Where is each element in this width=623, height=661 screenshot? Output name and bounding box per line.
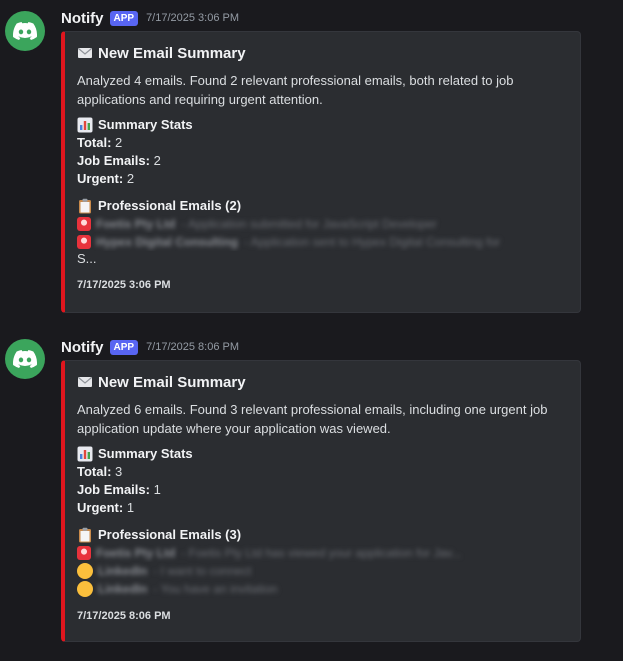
clipboard-icon: [79, 527, 91, 542]
email-summary: - You have an invitation: [153, 582, 278, 596]
stat-total: Total: 3: [77, 463, 568, 481]
email-sender: LinkedIn: [98, 564, 148, 578]
stat-job-emails: Job Emails: 1: [77, 481, 568, 499]
professional-emails-title: Professional Emails (2): [77, 196, 568, 215]
siren-icon: [77, 217, 91, 231]
bar-chart-icon: [77, 446, 93, 461]
email-overflow-text: S...: [77, 251, 97, 266]
username[interactable]: Notify: [61, 10, 104, 27]
message-header: Notify APP 7/17/2025 3:06 PM: [61, 8, 239, 28]
email-sender: Foetis Pty Ltd: [96, 217, 176, 231]
stat-label: Total:: [77, 135, 112, 150]
stat-urgent: Urgent: 2: [77, 170, 568, 188]
siren-icon: [77, 546, 91, 560]
avatar[interactable]: [5, 339, 45, 379]
list-item[interactable]: Foetis Pty Ltd - Application submitted f…: [77, 215, 568, 233]
embed-description: Analyzed 6 emails. Found 3 relevant prof…: [77, 402, 548, 436]
professional-emails-title: Professional Emails (3): [77, 525, 568, 544]
timestamp[interactable]: 7/17/2025 8:06 PM: [146, 341, 239, 353]
envelope-icon: [78, 377, 92, 387]
stat-value: 2: [115, 135, 123, 150]
embed: New Email Summary Analyzed 6 emails. Fou…: [61, 360, 581, 642]
username[interactable]: Notify: [61, 339, 104, 356]
yellow-circle-icon: [77, 581, 93, 597]
stat-urgent: Urgent: 1: [77, 499, 568, 517]
stat-value: 1: [126, 500, 135, 515]
stat-job-emails: Job Emails: 2: [77, 152, 568, 170]
stat-label: Job Emails:: [77, 482, 150, 497]
avatar[interactable]: [5, 11, 45, 51]
email-sender: LinkedIn: [98, 582, 148, 596]
discord-logo-icon: [13, 22, 37, 40]
embed-title-text: New Email Summary: [98, 44, 246, 62]
stat-value: 3: [115, 464, 123, 479]
embed-title: New Email Summary: [77, 372, 568, 392]
list-item[interactable]: Foetis Pty Ltd - Foetis Pty Ltd has view…: [77, 544, 568, 562]
summary-stats-label: Summary Stats: [98, 117, 193, 132]
email-summary: - Application sent to Hypex Digital Cons…: [244, 235, 501, 249]
summary-stats-label: Summary Stats: [98, 446, 193, 461]
embed-footer-timestamp: 7/17/2025 8:06 PM: [77, 610, 171, 622]
email-summary: - Foetis Pty Ltd has viewed your applica…: [181, 546, 462, 560]
embed-description: Analyzed 4 emails. Found 2 relevant prof…: [77, 73, 514, 107]
professional-emails-label: Professional Emails (2): [98, 198, 242, 213]
list-item[interactable]: LinkedIn - I want to connect: [77, 562, 568, 580]
email-sender: Foetis Pty Ltd: [96, 546, 176, 560]
embed-footer-timestamp: 7/17/2025 3:06 PM: [77, 279, 171, 291]
list-item[interactable]: Hypex Digital Consulting - Application s…: [77, 233, 568, 251]
stat-label: Urgent:: [77, 171, 124, 186]
stat-value: 1: [153, 482, 161, 497]
yellow-circle-icon: [77, 563, 93, 579]
summary-stats-title: Summary Stats: [77, 444, 568, 463]
embed: New Email Summary Analyzed 4 emails. Fou…: [61, 31, 581, 313]
email-sender: Hypex Digital Consulting: [96, 235, 239, 249]
embed-title: New Email Summary: [77, 43, 568, 63]
discord-logo-icon: [13, 350, 37, 368]
summary-stats-title: Summary Stats: [77, 115, 568, 134]
app-badge: APP: [109, 339, 139, 355]
embed-title-text: New Email Summary: [98, 373, 246, 391]
stat-label: Job Emails:: [77, 153, 150, 168]
stat-label: Urgent:: [77, 500, 124, 515]
stat-total: Total: 2: [77, 134, 568, 152]
envelope-icon: [78, 48, 92, 58]
bar-chart-icon: [77, 117, 93, 132]
clipboard-icon: [79, 198, 91, 213]
stat-value: 2: [153, 153, 161, 168]
list-item[interactable]: LinkedIn - You have an invitation: [77, 580, 568, 598]
email-summary: - I want to connect: [153, 564, 252, 578]
professional-emails-label: Professional Emails (3): [98, 527, 242, 542]
app-badge: APP: [109, 10, 139, 26]
stat-value: 2: [126, 171, 135, 186]
siren-icon: [77, 235, 91, 249]
message-header: Notify APP 7/17/2025 8:06 PM: [61, 337, 239, 357]
timestamp[interactable]: 7/17/2025 3:06 PM: [146, 12, 239, 24]
stat-label: Total:: [77, 464, 112, 479]
email-summary: - Application submitted for JavaScript D…: [181, 217, 437, 231]
